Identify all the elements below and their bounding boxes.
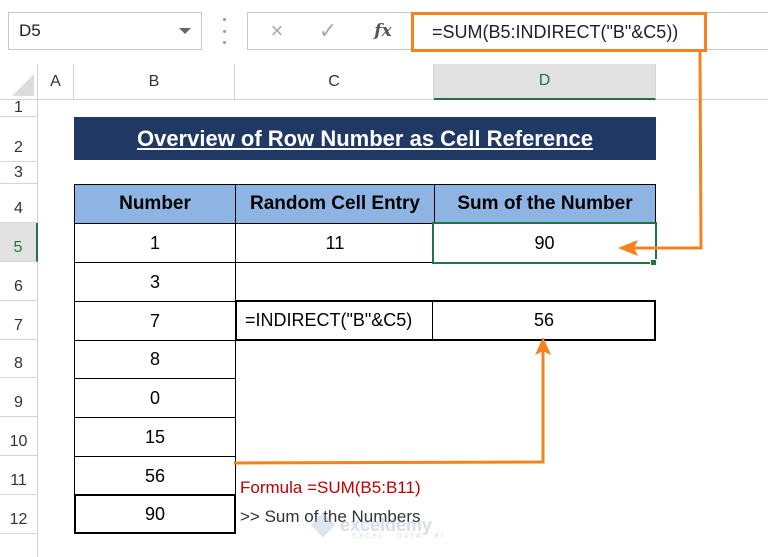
row-header-10[interactable]: 10 bbox=[0, 417, 38, 456]
column-header-d[interactable]: D bbox=[434, 64, 656, 100]
insert-function-icon[interactable]: fx bbox=[368, 13, 398, 49]
cell-b8[interactable]: 8 bbox=[74, 340, 236, 379]
page-title: Overview of Row Number as Cell Reference bbox=[74, 117, 656, 160]
cell-c6-border bbox=[235, 262, 236, 302]
name-box[interactable]: D5 bbox=[8, 12, 202, 50]
formula-input[interactable]: =SUM(B5:INDIRECT("B"&C5)) bbox=[411, 12, 707, 52]
row-header-9[interactable]: 9 bbox=[0, 378, 38, 417]
cell-b10[interactable]: 15 bbox=[74, 417, 236, 457]
fill-handle[interactable] bbox=[650, 259, 657, 266]
row-header-12[interactable]: 12 bbox=[0, 495, 38, 534]
column-header-a[interactable]: A bbox=[38, 64, 74, 100]
cancel-icon[interactable]: × bbox=[262, 13, 292, 49]
cell-c7[interactable]: =INDIRECT("B"&C5) bbox=[237, 302, 433, 339]
select-all-button[interactable] bbox=[0, 64, 38, 100]
cell-b6[interactable]: 3 bbox=[74, 262, 236, 302]
row-header-7[interactable]: 7 bbox=[0, 301, 38, 340]
check-icon[interactable]: ✓ bbox=[313, 13, 343, 49]
cell-d7[interactable]: 56 bbox=[434, 302, 654, 339]
cell-b12[interactable]: 90 bbox=[74, 494, 236, 534]
row-header-5[interactable]: 5 bbox=[0, 223, 38, 262]
cell-d5-active[interactable]: 90 bbox=[432, 222, 657, 264]
drag-handle-icon[interactable] bbox=[222, 18, 226, 44]
column-header-b[interactable]: B bbox=[74, 64, 235, 100]
column-header-e[interactable] bbox=[656, 64, 768, 100]
chevron-down-icon[interactable] bbox=[179, 28, 191, 34]
column-header-c[interactable]: C bbox=[235, 64, 434, 100]
header-number[interactable]: Number bbox=[74, 184, 236, 224]
watermark-logo-icon bbox=[310, 512, 336, 538]
watermark: exceldemy EXCEL · DATA · BI bbox=[310, 509, 472, 541]
watermark-tagline: EXCEL · DATA · BI bbox=[352, 533, 445, 540]
formula-note: Formula =SUM(B5:B11) bbox=[240, 478, 421, 497]
cell-b11[interactable]: 56 bbox=[74, 456, 236, 496]
row-header-13[interactable] bbox=[0, 534, 38, 557]
arrow-b11-to-d7 bbox=[233, 350, 545, 465]
cell-c5[interactable]: 11 bbox=[235, 223, 435, 263]
select-all-icon bbox=[12, 74, 34, 96]
header-sum-of-number[interactable]: Sum of the Number bbox=[434, 184, 656, 224]
formula-text: =SUM(B5:INDIRECT("B"&C5)) bbox=[432, 21, 679, 42]
row-header-11[interactable]: 11 bbox=[0, 456, 38, 495]
row-header-2[interactable]: 2 bbox=[0, 117, 38, 162]
row-header-1[interactable]: 1 bbox=[0, 99, 38, 117]
row-header-8[interactable]: 8 bbox=[0, 340, 38, 378]
name-box-value: D5 bbox=[19, 21, 41, 40]
header-random-cell-entry[interactable]: Random Cell Entry bbox=[235, 184, 435, 224]
cell-b9[interactable]: 0 bbox=[74, 378, 236, 418]
row-header-3[interactable]: 3 bbox=[0, 162, 38, 184]
cell-b7[interactable]: 7 bbox=[74, 301, 236, 341]
row-header-4[interactable]: 4 bbox=[0, 184, 38, 223]
cell-b5[interactable]: 1 bbox=[74, 223, 236, 263]
row-header-6[interactable]: 6 bbox=[0, 262, 38, 301]
